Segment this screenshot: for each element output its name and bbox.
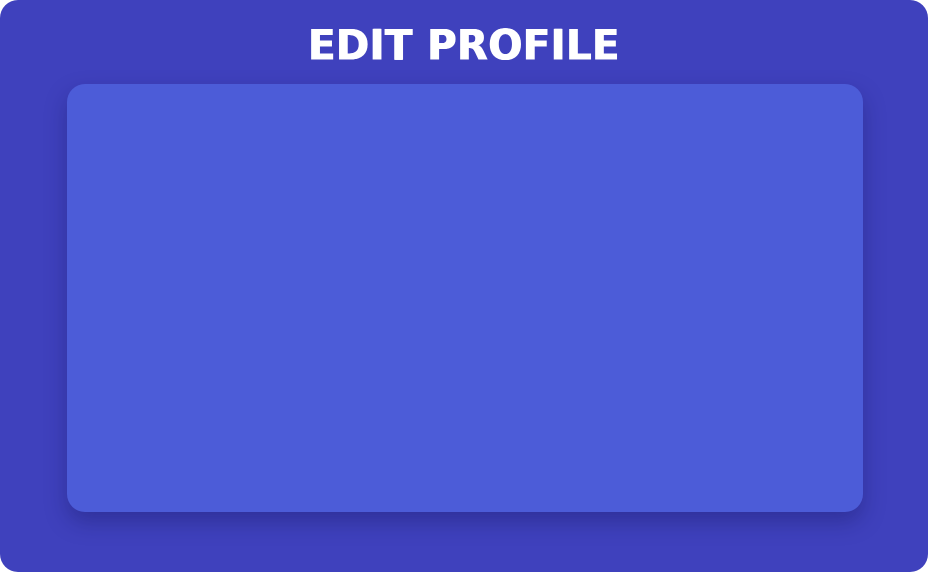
edit-profile-window: EDIT PROFILE xyxy=(0,0,928,572)
page-title: EDIT PROFILE xyxy=(308,21,620,71)
profile-content-panel xyxy=(67,84,863,512)
